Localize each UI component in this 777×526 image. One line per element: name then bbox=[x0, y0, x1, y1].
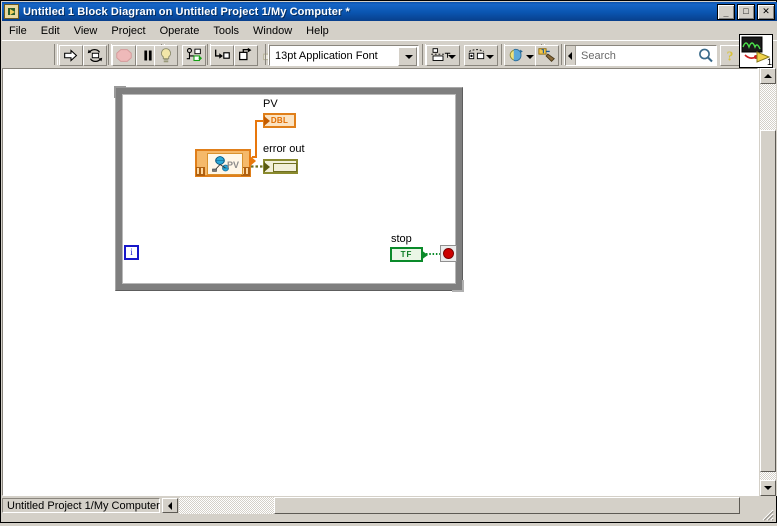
resize-grip-icon bbox=[762, 509, 774, 521]
font-selector[interactable]: 13pt Application Font bbox=[269, 45, 419, 66]
pv-indicator-datatype: DBL bbox=[270, 116, 289, 125]
stop-control-datatype: TF bbox=[400, 250, 413, 259]
close-button[interactable]: ✕ bbox=[757, 4, 775, 20]
error-out-label: error out bbox=[263, 143, 305, 155]
font-selector-value: 13pt Application Font bbox=[275, 49, 378, 62]
menu-operate[interactable]: Operate bbox=[153, 23, 207, 39]
chevron-down-icon bbox=[526, 55, 534, 59]
retain-wire-values-icon bbox=[186, 47, 203, 62]
menu-bar: File Edit View Project Operate Tools Win… bbox=[2, 21, 777, 41]
subvi-output-arrow bbox=[249, 155, 256, 167]
subvi-input-terminal[interactable] bbox=[196, 167, 205, 176]
search-input[interactable]: Search bbox=[576, 50, 696, 62]
magnifier-icon[interactable] bbox=[696, 46, 716, 65]
question-mark-icon: ? bbox=[727, 48, 734, 63]
lightbulb-icon bbox=[161, 48, 171, 63]
toolbar: 13pt Application Font Search ? bbox=[2, 40, 777, 70]
close-icon: ✕ bbox=[762, 6, 770, 16]
stop-wire[interactable] bbox=[426, 252, 441, 256]
step-over-icon bbox=[239, 47, 252, 61]
minimize-button[interactable]: _ bbox=[717, 4, 735, 20]
maximize-button[interactable]: □ bbox=[737, 4, 755, 20]
vi-icon-display[interactable]: 1 bbox=[739, 34, 773, 68]
horizontal-scroll-thumb[interactable] bbox=[274, 497, 740, 514]
stop-control-label: stop bbox=[391, 233, 412, 245]
menu-project[interactable]: Project bbox=[104, 23, 152, 39]
stop-sign-icon bbox=[443, 248, 454, 259]
run-continuously-button[interactable] bbox=[83, 45, 107, 66]
labview-vi-icon bbox=[4, 4, 19, 19]
window-controls: _ □ ✕ bbox=[717, 4, 775, 20]
svg-text:?: ? bbox=[727, 48, 734, 63]
menu-view[interactable]: View bbox=[67, 23, 105, 39]
error-cluster-glyph bbox=[273, 163, 297, 172]
clean-up-diagram-icon bbox=[538, 48, 555, 63]
stop-octagon-icon bbox=[116, 49, 132, 62]
title-bar: Untitled 1 Block Diagram on Untitled Pro… bbox=[2, 2, 777, 21]
pv-subvi-node[interactable]: PV bbox=[195, 149, 256, 177]
stop-condition-terminal[interactable] bbox=[440, 245, 457, 262]
run-button[interactable] bbox=[59, 45, 83, 66]
circular-arrows-icon bbox=[87, 49, 103, 62]
menu-window[interactable]: Window bbox=[246, 23, 299, 39]
clean-up-diagram-button[interactable] bbox=[535, 45, 559, 66]
maximize-icon: □ bbox=[743, 6, 749, 16]
font-selector-dropdown[interactable] bbox=[398, 47, 417, 66]
error-out-arrow bbox=[264, 162, 270, 172]
scroll-down-button[interactable] bbox=[760, 480, 776, 496]
minimize-icon: _ bbox=[723, 8, 729, 18]
up-arrow-icon bbox=[764, 74, 772, 78]
expand-right-icon[interactable] bbox=[566, 46, 576, 65]
right-arrow-icon bbox=[64, 49, 78, 62]
resize-grip[interactable] bbox=[760, 507, 774, 521]
distribute-objects-button[interactable] bbox=[464, 45, 498, 66]
retain-wire-values-button[interactable] bbox=[182, 45, 206, 66]
labview-block-diagram-window: Untitled 1 Block Diagram on Untitled Pro… bbox=[0, 0, 777, 523]
help-button[interactable]: ? bbox=[720, 45, 740, 66]
block-diagram-canvas[interactable]: PV PV DBL error out i stop TF bbox=[2, 68, 758, 496]
status-bar: Untitled Project 1/My Computer bbox=[2, 497, 179, 514]
stop-control[interactable]: TF bbox=[390, 247, 428, 262]
status-target-label: Untitled Project 1/My Computer bbox=[2, 498, 160, 513]
iteration-terminal[interactable]: i bbox=[124, 245, 139, 260]
scroll-up-button[interactable] bbox=[760, 68, 776, 84]
pv-indicator[interactable]: DBL bbox=[263, 113, 296, 128]
pv-wire-vertical[interactable] bbox=[255, 120, 257, 158]
pv-indicator-label: PV bbox=[263, 98, 278, 110]
window-title: Untitled 1 Block Diagram on Untitled Pro… bbox=[23, 5, 350, 18]
abort-execution-button bbox=[112, 45, 136, 66]
align-objects-button[interactable] bbox=[426, 45, 460, 66]
menu-tools[interactable]: Tools bbox=[206, 23, 246, 39]
chevron-down-icon bbox=[486, 55, 494, 59]
menu-file[interactable]: File bbox=[2, 23, 34, 39]
pv-indicator-arrow bbox=[264, 116, 270, 126]
toolbar-separator bbox=[54, 44, 58, 65]
reorder-button[interactable] bbox=[504, 45, 538, 66]
menu-help[interactable]: Help bbox=[299, 23, 336, 39]
status-collapse-button[interactable] bbox=[162, 498, 178, 513]
pv-subvi-label: PV bbox=[226, 160, 239, 170]
pv-subvi-icon-area: PV bbox=[207, 153, 243, 175]
magnifier-glyph bbox=[699, 48, 713, 63]
left-arrow-icon bbox=[168, 501, 172, 510]
highlight-execution-button[interactable] bbox=[154, 45, 178, 66]
chevron-down-icon bbox=[448, 55, 456, 59]
chevron-down-icon bbox=[404, 54, 413, 59]
step-into-icon bbox=[214, 49, 230, 59]
vertical-scrollbar[interactable] bbox=[758, 68, 777, 496]
error-out-indicator[interactable] bbox=[263, 159, 298, 174]
search-box[interactable]: Search bbox=[565, 45, 717, 66]
menu-edit[interactable]: Edit bbox=[34, 23, 67, 39]
horizontal-scroll-track-left[interactable] bbox=[179, 497, 274, 514]
step-into-button[interactable] bbox=[210, 45, 234, 66]
vi-icon-badge: 1 bbox=[767, 57, 772, 67]
vertical-scroll-thumb[interactable] bbox=[760, 130, 776, 472]
horizontal-scrollbar[interactable] bbox=[179, 497, 758, 514]
step-over-button[interactable] bbox=[234, 45, 258, 66]
iteration-terminal-label: i bbox=[130, 247, 133, 257]
while-loop[interactable]: PV PV DBL error out i stop TF bbox=[114, 86, 464, 292]
down-arrow-icon bbox=[764, 486, 772, 490]
vi-icon: 1 bbox=[741, 36, 772, 67]
